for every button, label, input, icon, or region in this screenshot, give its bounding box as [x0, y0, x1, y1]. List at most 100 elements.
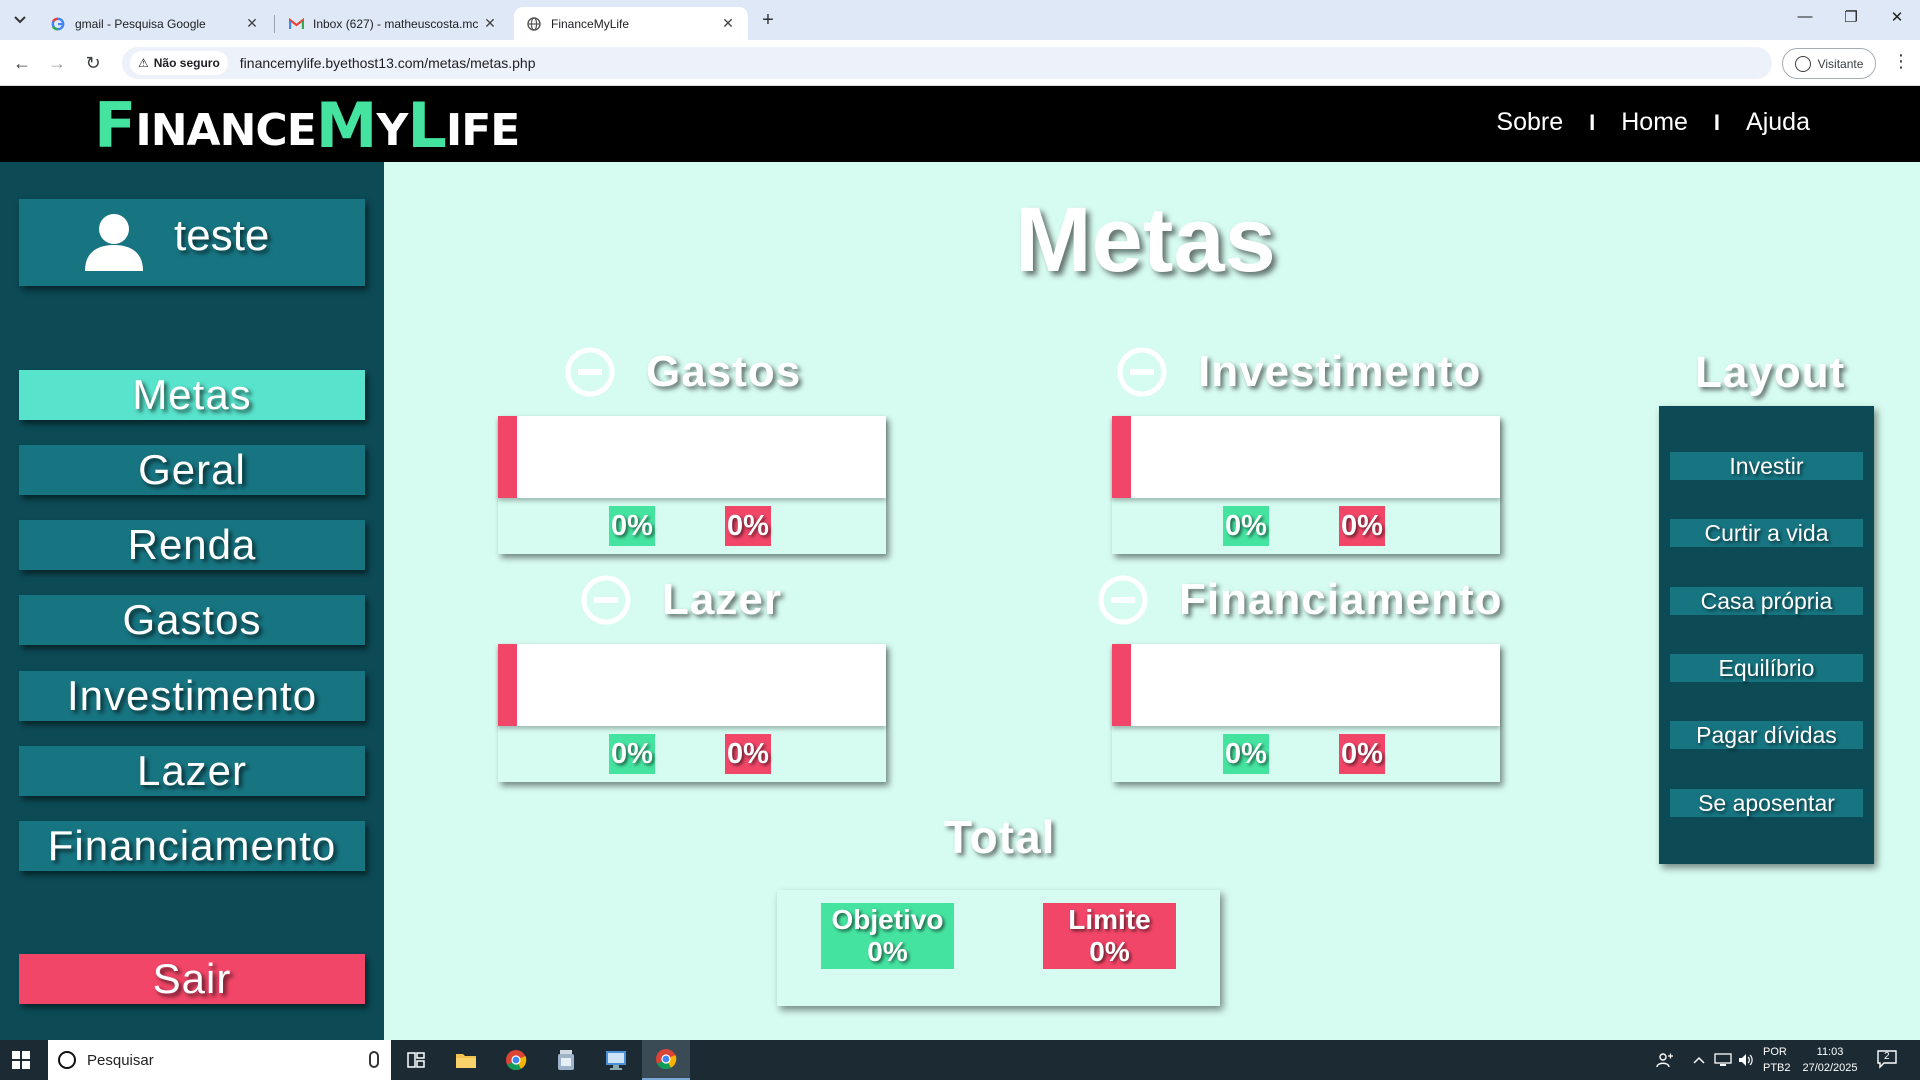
forward-arrow-icon[interactable]: → — [45, 51, 69, 75]
chevron-up-icon[interactable] — [1693, 1040, 1705, 1080]
volume-icon[interactable] — [1738, 1040, 1754, 1080]
profile-label: Visitante — [1817, 56, 1864, 71]
minimize-icon[interactable]: — — [1790, 8, 1820, 25]
logo-letter: F — [94, 89, 136, 162]
goal-card-gastos: 0% 0% — [498, 416, 886, 554]
goal-card-investimento: 0% 0% — [1112, 416, 1500, 554]
total-card: Objetivo 0% Limite 0% — [777, 890, 1220, 1006]
language-code: POR — [1763, 1046, 1787, 1058]
sidebar-item-renda[interactable]: Renda — [19, 520, 365, 570]
clock-date: 27/02/2025 — [1802, 1062, 1858, 1074]
close-window-icon[interactable]: ✕ — [1882, 8, 1912, 26]
url-text[interactable]: financemylife.byethost13.com/metas/metas… — [240, 55, 536, 71]
goal-header-investimento: Investimento — [1116, 346, 1481, 398]
nav-link-sobre[interactable]: Sobre — [1496, 108, 1563, 137]
minus-circle-icon[interactable] — [1116, 346, 1168, 398]
layout-option-pagar-dividas[interactable]: Pagar dívidas — [1670, 721, 1863, 749]
logo-text: INANCE — [135, 105, 316, 156]
sidebar-item-lazer[interactable]: Lazer — [19, 746, 365, 796]
total-objective-box: Objetivo 0% — [821, 903, 954, 969]
chevron-down-icon — [14, 16, 26, 24]
goal-progress-fill — [498, 416, 517, 498]
sidebar-item-financiamento[interactable]: Financiamento — [19, 821, 365, 871]
total-objective-value: 0% — [867, 936, 908, 967]
layout-panel: Investir Curtir a vida Casa própria Equi… — [1659, 406, 1874, 864]
network-icon[interactable] — [1714, 1040, 1732, 1080]
page-title: Metas — [1015, 189, 1276, 291]
site-logo[interactable]: F INANCE M Y L IFE — [94, 89, 520, 162]
goal-progress-track — [1112, 416, 1500, 498]
browser-toolbar: ← → ↻ ⚠ Não seguro financemylife.byethos… — [0, 40, 1920, 86]
logo-text: Y — [376, 105, 408, 156]
goal-limit-value: 0% — [725, 506, 771, 546]
browser-menu-icon[interactable]: ⋮ — [1892, 51, 1910, 72]
file-explorer-icon[interactable] — [442, 1040, 490, 1080]
goal-limit-value: 0% — [1339, 734, 1385, 774]
goal-header-lazer: Lazer — [580, 574, 782, 626]
close-tab-icon[interactable]: ✕ — [720, 15, 736, 32]
goal-label: Financiamento — [1179, 575, 1503, 624]
logout-button[interactable]: Sair — [19, 954, 365, 1004]
minus-circle-icon[interactable] — [1097, 574, 1149, 626]
nav-link-ajuda[interactable]: Ajuda — [1746, 108, 1810, 137]
logo-letter: L — [407, 89, 447, 162]
layout-option-investir[interactable]: Investir — [1670, 452, 1863, 480]
goal-progress-track — [498, 644, 886, 726]
new-tab-button[interactable]: + — [757, 9, 779, 32]
taskbar-search[interactable]: Pesquisar — [48, 1040, 391, 1080]
system-clock[interactable]: 11:03 27/02/2025 — [1800, 1044, 1860, 1076]
goal-label: Lazer — [662, 575, 782, 624]
tab-separator — [274, 15, 275, 33]
sidebar-item-geral[interactable]: Geral — [19, 445, 365, 495]
goal-card-lazer: 0% 0% — [498, 644, 886, 782]
remote-desktop-icon[interactable] — [592, 1040, 640, 1080]
nav-link-home[interactable]: Home — [1621, 108, 1688, 137]
goal-limit-value: 0% — [1339, 506, 1385, 546]
microphone-icon[interactable] — [369, 1051, 379, 1068]
goal-objective-value: 0% — [1223, 734, 1269, 774]
user-name: teste — [174, 211, 270, 260]
chrome-icon[interactable] — [492, 1040, 540, 1080]
sidebar-item-investimento[interactable]: Investimento — [19, 671, 365, 721]
goal-label: Gastos — [646, 347, 802, 396]
minus-circle-icon[interactable] — [564, 346, 616, 398]
cortana-circle-icon — [58, 1051, 76, 1069]
goal-progress-fill — [498, 644, 517, 726]
input-language[interactable]: POR PTB2 — [1763, 1044, 1791, 1076]
site-security-chip[interactable]: ⚠ Não seguro — [130, 51, 228, 75]
back-arrow-icon[interactable]: ← — [10, 51, 34, 75]
user-card[interactable]: teste — [19, 199, 365, 286]
windows-start-icon[interactable] — [12, 1051, 30, 1069]
chrome-active-icon[interactable] — [642, 1040, 690, 1080]
total-limit-box: Limite 0% — [1043, 903, 1176, 969]
task-view-icon[interactable] — [392, 1040, 440, 1080]
reload-icon[interactable]: ↻ — [81, 51, 105, 75]
goal-header-financiamento: Financiamento — [1097, 574, 1503, 626]
minus-circle-icon[interactable] — [580, 574, 632, 626]
profile-button[interactable]: Visitante — [1782, 48, 1876, 79]
close-tab-icon[interactable]: ✕ — [244, 15, 260, 32]
sidebar-item-metas[interactable]: Metas — [19, 370, 365, 420]
nav-separator: I — [1589, 109, 1596, 135]
layout-option-curtir-a-vida[interactable]: Curtir a vida — [1670, 519, 1863, 547]
site-header: F INANCE M Y L IFE Sobre I Home I Ajuda — [0, 86, 1920, 162]
people-icon[interactable] — [1656, 1040, 1674, 1080]
tab-search-button[interactable] — [8, 9, 32, 31]
layout-option-se-aposentar[interactable]: Se aposentar — [1670, 789, 1863, 817]
notification-center-icon[interactable]: 2 — [1876, 1048, 1898, 1070]
goal-progress-track — [1112, 644, 1500, 726]
close-tab-icon[interactable]: ✕ — [482, 15, 498, 32]
app-jar-icon[interactable] — [542, 1040, 590, 1080]
browser-tab[interactable]: gmail - Pesquisa Google ✕ — [38, 7, 272, 40]
restore-icon[interactable]: ❐ — [1836, 8, 1866, 26]
sidebar-item-gastos[interactable]: Gastos — [19, 595, 365, 645]
goal-objective-value: 0% — [1223, 506, 1269, 546]
browser-tab-active[interactable]: FinanceMyLife ✕ — [514, 7, 748, 40]
tab-title: FinanceMyLife — [551, 16, 630, 31]
layout-option-equilibrio[interactable]: Equilíbrio — [1670, 654, 1863, 682]
browser-tab[interactable]: Inbox (627) - matheuscosta.mc ✕ — [276, 7, 510, 40]
total-limit-value: 0% — [1089, 936, 1130, 967]
layout-option-casa-propria[interactable]: Casa própria — [1670, 587, 1863, 615]
taskbar: Pesquisar POR PTB2 11:03 27/02/2025 2 — [0, 1040, 1920, 1080]
address-bar[interactable]: ⚠ Não seguro financemylife.byethost13.co… — [122, 47, 1772, 79]
